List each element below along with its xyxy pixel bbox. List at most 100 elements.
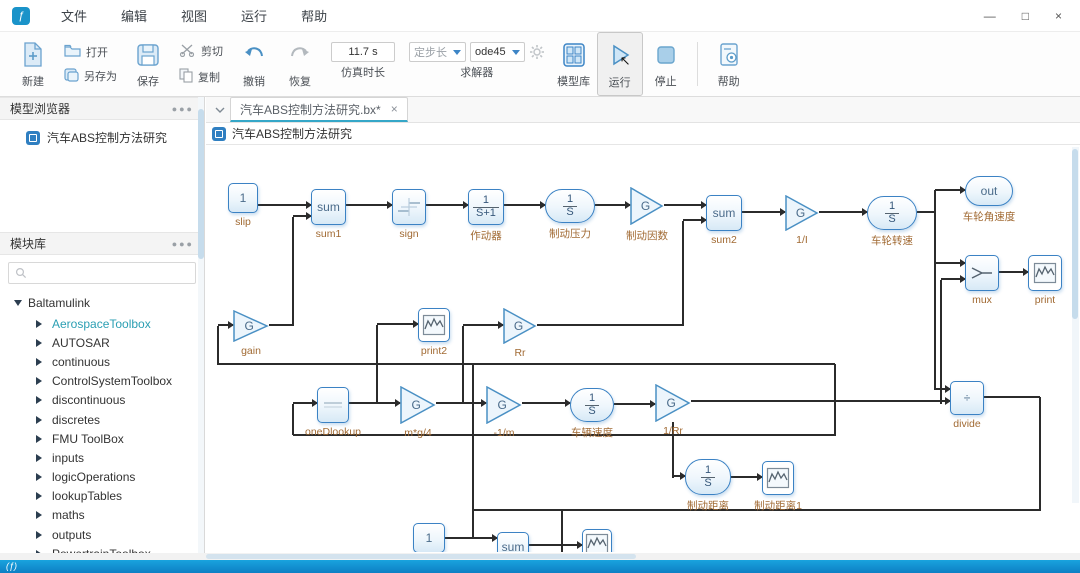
signal-wire[interactable] <box>504 204 545 206</box>
signal-wire[interactable] <box>472 364 474 539</box>
block-neg-inv-m[interactable]: G <box>486 386 522 424</box>
tab-close-icon[interactable]: × <box>391 102 398 116</box>
signal-wire[interactable] <box>445 537 497 539</box>
signal-wire[interactable] <box>934 190 936 390</box>
signal-wire[interactable] <box>917 211 935 213</box>
block-mg4[interactable]: G <box>400 386 436 424</box>
block-brake-distance1[interactable] <box>762 461 794 495</box>
signal-wire[interactable] <box>462 326 464 404</box>
signal-wire[interactable] <box>940 280 942 404</box>
block-const-1b[interactable]: 1 <box>413 523 445 552</box>
signal-wire[interactable] <box>377 323 418 325</box>
tree-collapse-icon[interactable] <box>36 396 46 405</box>
signal-wire[interactable] <box>217 326 219 365</box>
signal-wire[interactable] <box>819 211 867 213</box>
sidebar-scrollbar[interactable] <box>198 97 204 553</box>
save-as-button[interactable]: 另存为 <box>64 67 117 85</box>
canvas-scrollbar[interactable] <box>1072 147 1079 503</box>
library-item-AUTOSAR[interactable]: AUTOSAR <box>0 333 204 352</box>
solver-dropdown[interactable]: ode45 <box>470 42 525 62</box>
block-mux[interactable] <box>965 255 999 291</box>
block-inv-inertia[interactable]: G <box>785 195 819 231</box>
menu-编辑[interactable]: 编辑 <box>104 9 164 24</box>
signal-wire[interactable] <box>1039 397 1041 511</box>
tree-collapse-icon[interactable] <box>36 319 46 328</box>
library-item-discontinuous[interactable]: discontinuous <box>0 391 204 410</box>
diagram-canvas[interactable]: 1 slip sum sum1 sign 1 S+1 作动器 1 S 制动压力 G 制动因数 sum su… <box>206 145 1080 552</box>
menu-运行[interactable]: 运行 <box>224 9 284 24</box>
tab-model[interactable]: 汽车ABS控制方法研究.bx* × <box>230 97 408 122</box>
signal-wire[interactable] <box>218 363 835 365</box>
signal-wire[interactable] <box>682 221 684 326</box>
signal-wire[interactable] <box>346 204 392 206</box>
signal-wire[interactable] <box>522 402 570 404</box>
block-print[interactable] <box>1028 255 1062 291</box>
library-menu-icon[interactable]: ●●● <box>172 239 194 249</box>
library-item-logicOperations[interactable]: logicOperations <box>0 468 204 487</box>
block-sum1[interactable]: sum <box>311 189 346 225</box>
library-item-maths[interactable]: maths <box>0 506 204 525</box>
block-inv-rr[interactable]: G <box>655 384 691 422</box>
library-search[interactable] <box>8 262 196 284</box>
library-item-AerospaceToolbox[interactable]: AerospaceToolbox <box>0 314 204 333</box>
signal-wire[interactable] <box>292 217 294 326</box>
library-item-outputs[interactable]: outputs <box>0 525 204 544</box>
library-item-discretes[interactable]: discretes <box>0 410 204 429</box>
tree-collapse-icon[interactable] <box>36 415 46 424</box>
library-item-ControlSystemToolbox[interactable]: ControlSystemToolbox <box>0 372 204 391</box>
breadcrumb-label[interactable]: 汽车ABS控制方法研究 <box>232 125 352 142</box>
horizontal-scrollbar[interactable] <box>0 553 1080 560</box>
signal-wire[interactable] <box>529 544 582 546</box>
sidebar-scrollbar-thumb[interactable] <box>198 109 204 259</box>
signal-wire[interactable] <box>614 403 655 405</box>
block-print-b[interactable] <box>582 529 612 552</box>
scissors-button[interactable]: 剪切 <box>179 43 223 60</box>
tree-collapse-icon[interactable] <box>36 434 46 443</box>
library-item-FMU ToolBox[interactable]: FMU ToolBox <box>0 429 204 448</box>
block-brake-pressure[interactable]: 1S <box>545 189 595 223</box>
maximize-button[interactable]: □ <box>1022 9 1029 23</box>
block-out[interactable]: out <box>965 176 1013 206</box>
menu-帮助[interactable]: 帮助 <box>284 9 344 24</box>
block-onedlookup[interactable] <box>317 387 349 423</box>
undo-button[interactable]: 撤销 <box>231 32 277 96</box>
tree-collapse-icon[interactable] <box>36 377 46 386</box>
block-wheel-speed[interactable]: 1S <box>867 196 917 230</box>
library-item-PowertrainToolbox[interactable]: PowertrainToolbox <box>0 544 204 553</box>
tree-collapse-icon[interactable] <box>36 357 46 366</box>
stop-button[interactable]: 停止 <box>643 32 689 96</box>
signal-wire[interactable] <box>664 204 706 206</box>
play-button[interactable]: 运行 ↖ <box>596 32 643 96</box>
folder-open-button[interactable]: 打开 <box>64 44 117 60</box>
block-brake-distance[interactable]: 1S <box>685 459 731 495</box>
block-divide[interactable]: ÷ <box>950 381 984 415</box>
tree-collapse-icon[interactable] <box>36 492 46 501</box>
menu-视图[interactable]: 视图 <box>164 9 224 24</box>
redo-button[interactable]: 恢复 <box>277 32 323 96</box>
library-item-lookupTables[interactable]: lookupTables <box>0 487 204 506</box>
tree-collapse-icon[interactable] <box>36 530 46 539</box>
block-slip-const[interactable]: 1 <box>228 183 258 213</box>
signal-wire[interactable] <box>436 402 486 404</box>
block-vehicle-speed[interactable]: 1S <box>570 388 614 422</box>
block-sum2[interactable]: sum <box>706 195 742 231</box>
tab-list-chevron-icon[interactable] <box>210 98 230 122</box>
signal-wire[interactable] <box>376 325 378 404</box>
library-button[interactable]: 模型库 <box>551 32 597 96</box>
signal-wire[interactable] <box>293 434 835 436</box>
model-browser-item[interactable]: 汽车ABS控制方法研究 <box>0 120 204 146</box>
minimize-button[interactable]: — <box>984 9 996 23</box>
signal-wire[interactable] <box>537 324 683 326</box>
gear-icon[interactable] <box>529 44 545 60</box>
signal-wire[interactable] <box>463 324 503 326</box>
signal-wire[interactable] <box>426 204 468 206</box>
block-gain[interactable]: G <box>233 310 269 342</box>
tree-collapse-icon[interactable] <box>36 511 46 520</box>
signal-wire[interactable] <box>691 400 950 402</box>
library-root-item[interactable]: Baltamulink <box>0 291 204 314</box>
close-button[interactable]: × <box>1055 9 1062 23</box>
block-print2[interactable] <box>418 308 450 342</box>
block-sign[interactable] <box>392 189 426 225</box>
tree-expand-icon[interactable] <box>14 300 22 310</box>
step-mode-dropdown[interactable]: 定步长 <box>409 42 466 62</box>
